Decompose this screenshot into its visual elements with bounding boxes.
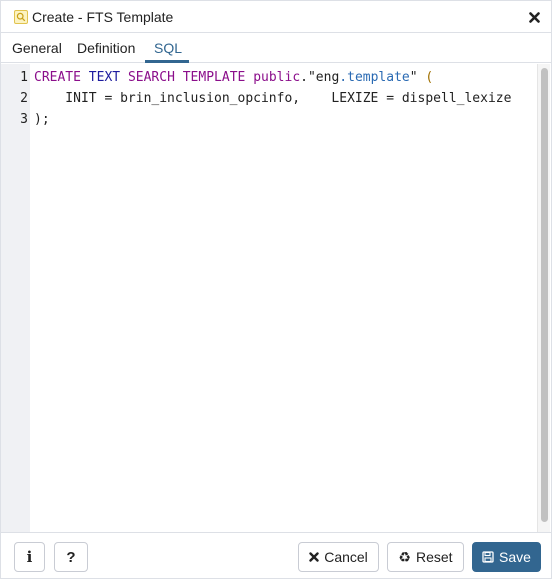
- line-number-gutter: 1 2 3: [1, 64, 30, 532]
- sql-editor[interactable]: 1 2 3 CREATE TEXT SEARCH TEMPLATE public…: [1, 64, 551, 532]
- code-token-plain: ."eng: [300, 70, 340, 85]
- dialog-titlebar[interactable]: Create - FTS Template: [1, 1, 551, 33]
- info-button[interactable]: i: [14, 542, 45, 572]
- line-number: 2: [20, 91, 28, 106]
- help-icon: ?: [66, 548, 76, 566]
- save-icon: [482, 551, 494, 563]
- save-button[interactable]: Save: [472, 542, 541, 572]
- create-fts-template-dialog: Create - FTS Template General Definition…: [0, 0, 552, 579]
- line-number: 3: [20, 112, 28, 127]
- code-line-3: );: [34, 112, 50, 127]
- line-number: 1: [20, 70, 28, 85]
- tab-general[interactable]: General: [12, 40, 62, 56]
- close-button[interactable]: [527, 9, 541, 25]
- code-token-kw: public: [253, 70, 301, 85]
- code-token-kw: SEARCH: [127, 70, 175, 85]
- active-tab-indicator: [145, 60, 189, 63]
- code-token-muted: (: [425, 70, 434, 85]
- reset-label: Reset: [415, 549, 453, 565]
- code-token-kw2: TEXT: [88, 70, 121, 85]
- code-line-2: INIT = brin_inclusion_opcinfo, LEXIZE = …: [34, 91, 511, 106]
- code-token-kw: CREATE: [34, 70, 81, 85]
- recycle-icon: ♻: [398, 549, 411, 565]
- scrollbar-thumb[interactable]: [541, 68, 548, 522]
- dialog-footer: i ? Cancel ♻ Reset Save: [1, 532, 551, 578]
- code-line-1: CREATE TEXT SEARCH TEMPLATE public."eng.…: [34, 70, 433, 85]
- reset-button[interactable]: ♻ Reset: [387, 542, 464, 572]
- tab-sql[interactable]: SQL: [154, 40, 182, 56]
- cancel-label: Cancel: [324, 549, 368, 565]
- dialog-title: Create - FTS Template: [32, 9, 174, 25]
- code-token-plain: );: [34, 112, 50, 127]
- code-token-prop: .template: [339, 70, 410, 85]
- fts-template-icon: [14, 10, 28, 24]
- cancel-icon: [309, 552, 319, 562]
- tab-bar: General Definition SQL: [1, 33, 551, 63]
- close-icon: [528, 11, 540, 23]
- help-button[interactable]: ?: [54, 542, 88, 572]
- save-label: Save: [499, 549, 531, 565]
- info-icon: i: [26, 547, 33, 566]
- tab-definition[interactable]: Definition: [77, 40, 135, 56]
- vertical-scrollbar[interactable]: [537, 64, 550, 532]
- code-token-plain: INIT = brin_inclusion_opcinfo, LEXIZE = …: [34, 91, 512, 106]
- code-token-kw: TEMPLATE: [182, 70, 246, 85]
- cancel-button[interactable]: Cancel: [298, 542, 379, 572]
- code-token-plain: ": [409, 70, 426, 85]
